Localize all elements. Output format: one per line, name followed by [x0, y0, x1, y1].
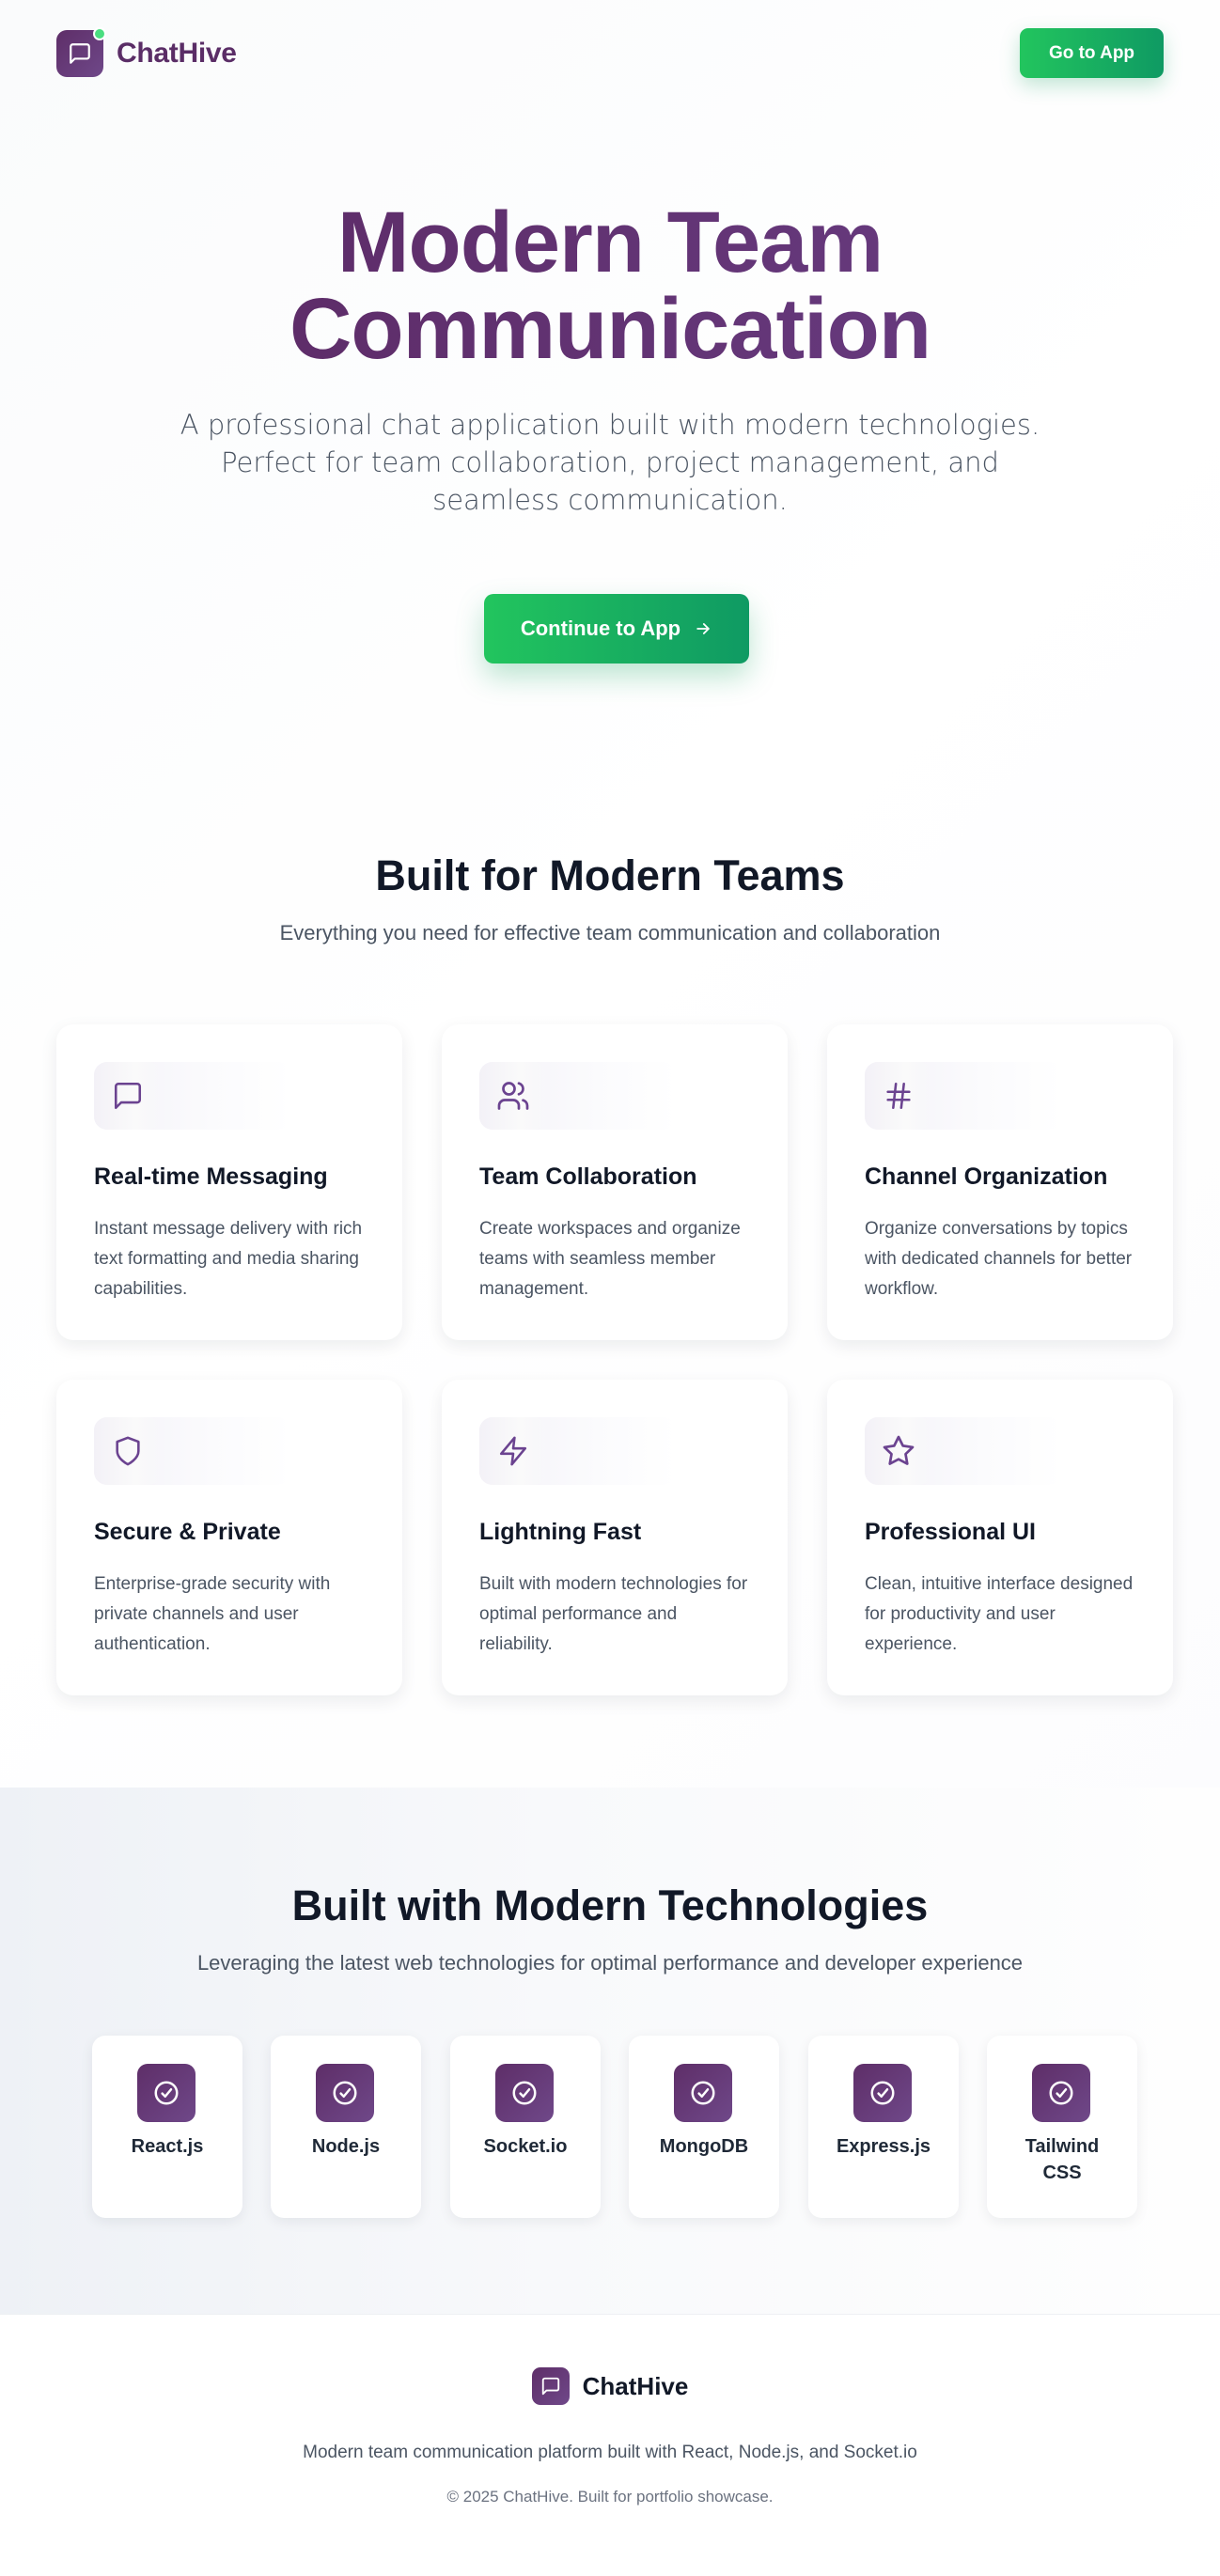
feature-description: Built with modern technologies for optim… [479, 1574, 748, 1654]
feature-card: Secure & Private Enterprise-grade securi… [56, 1380, 402, 1695]
feature-title: Channel Organization [865, 1163, 1108, 1190]
footer-copyright: © 2025 ChatHive. Built for portfolio sho… [446, 2488, 774, 2506]
landing-page: ChatHive Go to App Modern Team Communica… [0, 0, 1220, 2576]
tech-label: MongoDB [659, 2136, 749, 2157]
features-title: Built for Modern Teams [375, 851, 845, 899]
tech-label: Node.js [311, 2136, 381, 2157]
feature-card: Professional UI Clean, intuitive interfa… [827, 1380, 1173, 1695]
brand-logo[interactable]: ChatHive [56, 27, 237, 77]
check-circle-icon [853, 2064, 912, 2122]
zap-icon [479, 1417, 547, 1485]
check-circle-icon [316, 2064, 374, 2122]
feature-description: Instant message delivery with rich text … [94, 1219, 363, 1299]
feature-title: Lightning Fast [479, 1519, 642, 1545]
tech-subtitle: Leveraging the latest web technologies f… [196, 1951, 1024, 1975]
footer-description: Modern team communication platform built… [303, 2443, 917, 2462]
brand-name: ChatHive [117, 38, 237, 69]
tech-card: MongoDB [629, 2036, 779, 2218]
star-icon [865, 1417, 932, 1485]
chat-bubble-icon [56, 27, 106, 77]
continue-label: Continue to App [520, 617, 681, 640]
feature-description: Create workspaces and organize teams wit… [479, 1219, 741, 1299]
tech-card: Socket.io [450, 2036, 601, 2218]
top-nav: ChatHive Go to App [0, 0, 1220, 111]
tech-title: Built with Modern Technologies [291, 1881, 929, 1929]
hero-title-line2: Communication [289, 281, 931, 377]
hero-title: Modern Team Communication [0, 199, 1220, 372]
footer-brand-name: ChatHive [582, 2371, 689, 2400]
feature-title: Team Collaboration [479, 1163, 697, 1190]
tech-card: Node.js [271, 2036, 421, 2218]
tech-card: React.js [92, 2036, 242, 2218]
feature-title: Professional UI [865, 1519, 1036, 1545]
arrow-right-icon [696, 623, 710, 634]
online-status-dot [93, 27, 106, 40]
features-subtitle: Everything you need for effective team c… [279, 921, 941, 945]
hash-icon [865, 1062, 932, 1130]
feature-card: Lightning Fast Built with modern technol… [442, 1380, 788, 1695]
check-circle-icon [137, 2064, 196, 2122]
feature-description: Enterprise-grade security with private c… [94, 1574, 331, 1654]
hero-subtitle: A professional chat application built wi… [180, 409, 1040, 516]
feature-description: Organize conversations by topics with de… [865, 1219, 1133, 1299]
check-circle-icon [674, 2064, 732, 2122]
tech-label: React.js [131, 2136, 204, 2157]
users-icon [479, 1062, 547, 1130]
shield-icon [94, 1417, 162, 1485]
feature-description: Clean, intuitive interface designed for … [865, 1574, 1134, 1654]
feature-card: Real-time Messaging Instant message deli… [56, 1024, 402, 1340]
continue-to-app-button[interactable]: Continue to App [484, 594, 749, 664]
feature-card: Team Collaboration Create workspaces and… [442, 1024, 788, 1340]
feature-card: Channel Organization Organize conversati… [827, 1024, 1173, 1340]
check-circle-icon [495, 2064, 554, 2122]
go-to-app-button[interactable]: Go to App [1020, 28, 1164, 78]
message-square-icon [94, 1062, 162, 1130]
check-circle-icon [1032, 2064, 1090, 2122]
tech-label: Tailwind CSS [1024, 2136, 1100, 2183]
tech-card: Express.js [808, 2036, 959, 2218]
feature-title: Secure & Private [94, 1519, 281, 1545]
feature-title: Real-time Messaging [94, 1163, 328, 1190]
tech-card: Tailwind CSS [987, 2036, 1137, 2218]
footer-logo[interactable]: ChatHive [0, 2367, 1220, 2405]
tech-label: Express.js [836, 2136, 931, 2157]
tech-label: Socket.io [483, 2136, 568, 2157]
chat-bubble-icon [531, 2367, 570, 2405]
hero-title-line1: Modern Team [336, 195, 884, 290]
footer: ChatHive Modern team communication platf… [0, 2314, 1220, 2576]
